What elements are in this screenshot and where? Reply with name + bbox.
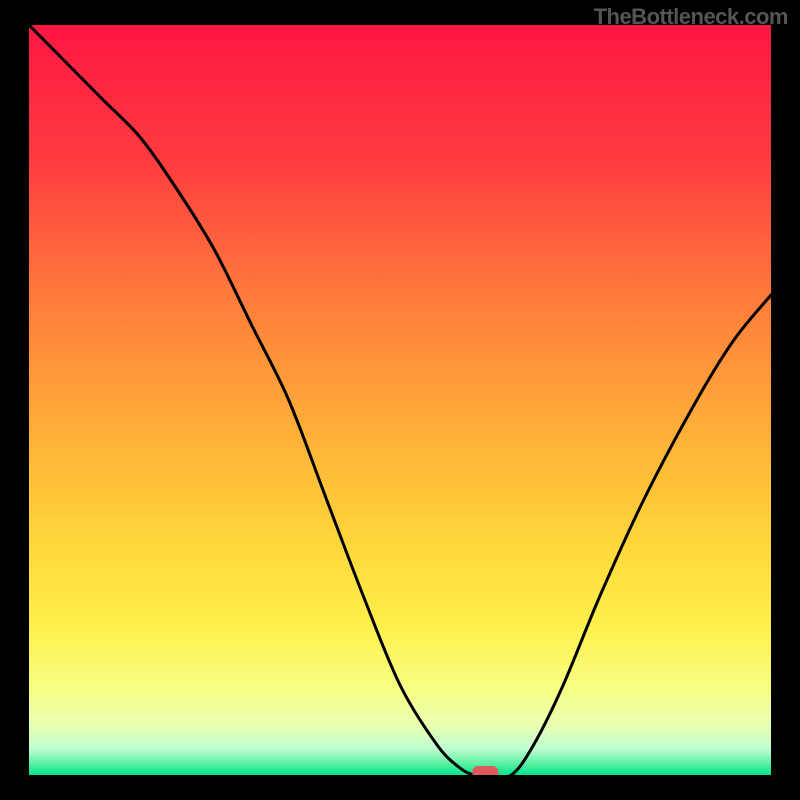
bottleneck-chart-svg [29, 25, 771, 775]
optimal-marker [472, 766, 498, 775]
plot-area [29, 25, 771, 775]
watermark-text: TheBottleneck.com [594, 4, 788, 30]
chart-frame: TheBottleneck.com [0, 0, 800, 800]
